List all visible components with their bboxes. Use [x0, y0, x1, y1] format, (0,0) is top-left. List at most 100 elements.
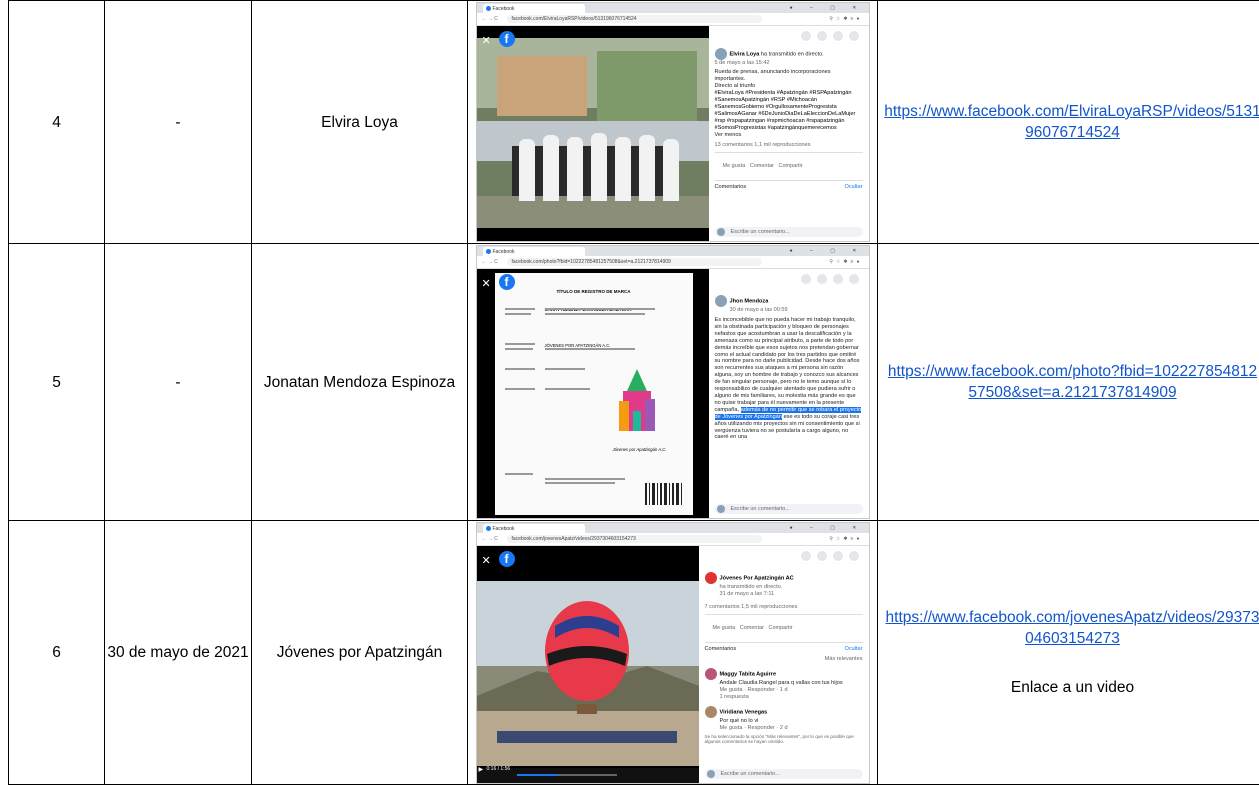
post-body: Es inconcebible que no pueda hacer mi tr…	[715, 317, 860, 413]
like-button[interactable]: Me gusta	[723, 163, 746, 169]
share-button[interactable]: Compartir	[778, 163, 802, 169]
facebook-logo-icon: f	[499, 31, 515, 47]
close-icon: ✕	[482, 274, 491, 295]
comment-author[interactable]: Maggy Tabita Aguirre	[720, 671, 777, 677]
comment-button[interactable]: Comentar	[740, 625, 764, 631]
comments-header: Comentarios Ocultar	[699, 646, 869, 653]
comments-header: Comentarios Ocultar	[709, 184, 869, 191]
post-time: 31 de mayo a las 7:11	[699, 591, 869, 598]
browser-tab: Facebook	[483, 247, 585, 256]
like-button[interactable]: Me gusta	[713, 625, 736, 631]
table-row: 6 30 de mayo de 2021 Jóvenes por Apatzin…	[9, 521, 1259, 785]
extension-icons: ⚲☆✱≡●	[829, 256, 862, 268]
link-cell: https://www.facebook.com/jovenesApatz/vi…	[878, 521, 1259, 785]
row-name: Jóvenes por Apatzingán	[252, 521, 468, 785]
post-author[interactable]: Elvira Loya	[730, 51, 760, 57]
facebook-link[interactable]: https://www.facebook.com/ElviraLoyaRSP/v…	[884, 103, 1259, 141]
post-author-line: Jóvenes Por Apatzingán AC	[699, 572, 869, 584]
comment-input[interactable]: Escribe un comentario...	[715, 227, 863, 237]
messenger-icon	[817, 551, 827, 561]
video-player: ✕ f	[477, 26, 709, 241]
browser-tab-bar: Facebook ● – ▢ ✕	[477, 3, 869, 13]
person-figure	[519, 139, 535, 201]
post-author-line: Elvira Loya ha transmitido en directo.	[709, 48, 869, 60]
facebook-link[interactable]: https://www.facebook.com/jovenesApatz/vi…	[886, 609, 1259, 647]
row-date: 30 de mayo de 2021	[105, 521, 252, 785]
facebook-screenshot: Facebook ● – ▢ ✕ ← → C facebook.com/jove…	[476, 522, 870, 784]
row-name: Jonatan Mendoza Espinoza	[252, 244, 468, 521]
comments-label: Comentarios	[715, 184, 747, 190]
account-icon	[849, 551, 859, 561]
post-time: 30 de mayo a las 00:59	[709, 307, 869, 314]
post-stats: 7 comentarios 1,5 mil reproducciones	[699, 604, 869, 611]
screenshot-cell: Facebook ● – ▢ ✕ ← → C facebook.com/Elvi…	[468, 1, 878, 244]
avatar	[715, 295, 727, 307]
browser-tab: Facebook	[483, 524, 585, 533]
comment-actions[interactable]: Me gusta · Responder · 2 d	[699, 725, 869, 732]
facebook-screenshot: Facebook ● – ▢ ✕ ← → C facebook.com/Elvi…	[476, 2, 870, 242]
comment-author[interactable]: Viridiana Venegas	[720, 709, 768, 715]
evidence-table: 4 - Elvira Loya Facebook ● – ▢ ✕ ← → C f…	[8, 0, 1259, 785]
avatar	[705, 668, 717, 680]
window-controls: ● – ▢ ✕	[790, 246, 865, 256]
comment-text: Andale Claudia Rangel para q vallas con …	[699, 680, 869, 687]
comment-button[interactable]: Comentar	[750, 163, 774, 169]
person-figure	[591, 133, 607, 201]
address-bar: facebook.com/photo?fbid=1022278548125750…	[507, 258, 762, 266]
row-number: 6	[9, 521, 105, 785]
post-panel: Elvira Loya ha transmitido en directo. 5…	[709, 26, 869, 241]
post-text: Es inconcebible que no pueda hacer mi tr…	[709, 317, 869, 441]
post-text: Rueda de prensa, anunciando incorporacio…	[709, 69, 869, 83]
avatar	[705, 706, 717, 718]
nav-icons: ← → C	[482, 13, 498, 25]
comment-actions[interactable]: Me gusta · Responder · 1 d	[699, 687, 869, 694]
notifications-icon	[833, 274, 843, 284]
facebook-header	[709, 26, 869, 46]
video-time: 0:16 / 1:56	[487, 759, 511, 780]
post-actions: Me gusta Comentar Compartir	[715, 152, 863, 181]
browser-tab-bar: Facebook ● – ▢ ✕	[477, 523, 869, 533]
row-date: -	[105, 244, 252, 521]
hide-comments-link[interactable]: Ocultar	[844, 184, 862, 191]
messenger-icon	[817, 274, 827, 284]
video-frame	[477, 546, 699, 783]
close-icon: ✕	[482, 551, 491, 572]
facebook-logo-icon: f	[499, 551, 515, 567]
row-date: -	[105, 1, 252, 244]
post-text-2: Directo al triunfo	[709, 83, 869, 90]
link-cell: https://www.facebook.com/ElviraLoyaRSP/v…	[878, 1, 1259, 244]
play-icon[interactable]: ▶	[479, 760, 484, 781]
person-figure	[543, 135, 559, 201]
browser-toolbar: ← → C facebook.com/jovenesApatz/videos/2…	[477, 533, 869, 546]
sort-comments[interactable]: Más relevantes	[699, 656, 869, 663]
see-less-link[interactable]: Ver menos	[709, 132, 869, 139]
window-controls: ● – ▢ ✕	[790, 3, 865, 13]
person-figure	[663, 139, 679, 201]
link-cell: https://www.facebook.com/photo?fbid=1022…	[878, 244, 1259, 521]
post-author-suffix: ha transmitido en directo.	[761, 51, 824, 57]
row-number: 4	[9, 1, 105, 244]
post-panel: Jóvenes Por Apatzingán AC ha transmitido…	[699, 546, 869, 783]
row-number: 5	[9, 244, 105, 521]
avatar	[715, 48, 727, 60]
window-controls: ● – ▢ ✕	[790, 523, 865, 533]
comment-input[interactable]: Escribe un comentario...	[715, 504, 863, 514]
facebook-logo-icon: f	[499, 274, 515, 290]
post-actions: Me gusta Comentar Compartir	[705, 614, 863, 643]
address-bar: facebook.com/jovenesApatz/videos/2937304…	[507, 535, 762, 543]
close-icon: ✕	[482, 31, 491, 52]
facebook-link[interactable]: https://www.facebook.com/photo?fbid=1022…	[888, 363, 1257, 401]
post-author[interactable]: Jhon Mendoza	[730, 298, 769, 304]
hide-comments-link[interactable]: Ocultar	[844, 646, 862, 653]
comment-item: Viridiana Venegas	[699, 706, 869, 718]
share-button[interactable]: Compartir	[768, 625, 792, 631]
photo-viewer: ✕ f TÍTULO DE REGISTRO DE MARCA SARAY AB…	[477, 269, 709, 518]
post-author-suffix: ha transmitido en directo.	[699, 584, 869, 591]
video-player: ✕ f	[477, 546, 699, 783]
post-author[interactable]: Jóvenes Por Apatzingán AC	[720, 575, 794, 581]
post-author-line: Jhon Mendoza	[709, 295, 869, 307]
account-icon	[849, 274, 859, 284]
comment-replies[interactable]: 1 respuesta	[699, 694, 869, 701]
screenshot-cell: Facebook ● – ▢ ✕ ← → C facebook.com/jove…	[468, 521, 878, 785]
comment-input[interactable]: Escribe un comentario...	[705, 769, 863, 779]
